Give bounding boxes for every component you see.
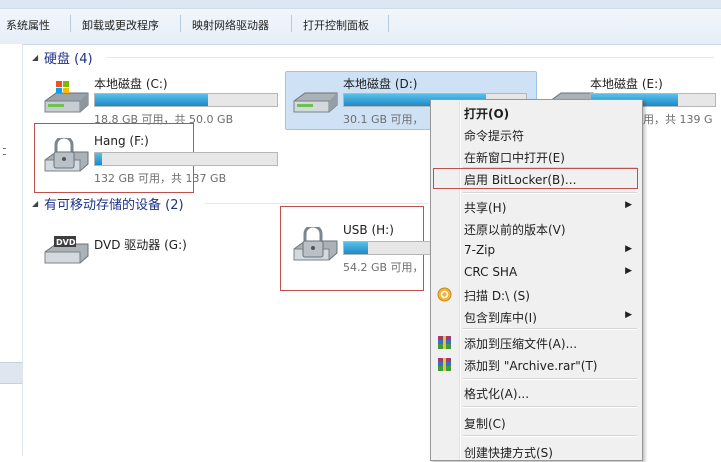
toolbar-separator <box>291 15 292 32</box>
nav-selected-item[interactable] <box>0 362 22 384</box>
collapse-icon[interactable]: ◢ <box>32 53 44 62</box>
menu-item-label: 添加到压缩文件(A)... <box>464 337 578 351</box>
menu-item-format[interactable]: 格式化(A)... <box>433 382 638 403</box>
menu-item-label: CRC SHA <box>464 265 518 279</box>
nav-marker <box>3 148 6 149</box>
usage-bar <box>94 152 278 166</box>
svg-text:DVD: DVD <box>56 238 76 247</box>
drive-label: Hang (F:) <box>94 134 149 148</box>
drive-label: 本地磁盘 (C:) <box>94 77 168 91</box>
usage-bar <box>343 241 441 255</box>
section-divider <box>205 203 428 204</box>
menu-item-label: 添加到 "Archive.rar"(T) <box>464 359 598 373</box>
submenu-arrow-icon: ▶ <box>625 244 632 254</box>
section-hard-disks[interactable]: ◢ 硬盘 (4) <box>32 48 93 67</box>
menu-item-label: 打开(O) <box>464 107 510 121</box>
menu-item-7zip[interactable]: 7-Zip ▶ <box>433 240 638 261</box>
menu-separator <box>463 435 637 437</box>
usage-fill <box>95 153 103 165</box>
drive-label: 本地磁盘 (D:) <box>343 77 418 91</box>
uninstall-program-button[interactable]: 卸载或更改程序 <box>82 17 159 33</box>
menu-item-open[interactable]: 打开(O) <box>433 102 638 123</box>
menu-item-command-prompt[interactable]: 命令提示符 <box>433 124 638 145</box>
usage-fill <box>344 242 368 254</box>
menu-item-label: 还原以前的版本(V) <box>464 223 566 237</box>
menu-item-label: 包含到库中(I) <box>464 311 537 325</box>
bitlocker-drive-icon <box>44 138 89 172</box>
menu-item-label: 复制(C) <box>464 417 506 431</box>
menu-item-create-shortcut[interactable]: 创建快捷方式(S) <box>433 441 638 462</box>
menu-separator <box>463 192 637 194</box>
section-title: 硬盘 (4) <box>44 51 93 67</box>
nav-marker <box>3 154 6 155</box>
submenu-arrow-icon: ▶ <box>625 266 632 276</box>
open-control-panel-button[interactable]: 打开控制面板 <box>303 17 369 33</box>
menu-item-label: 扫描 D:\ (S) <box>464 289 530 303</box>
drive-free-space: 54.2 GB 可用， <box>343 261 424 274</box>
menu-item-add-archive[interactable]: 添加到压缩文件(A)... <box>433 332 638 353</box>
usage-bar <box>94 93 278 107</box>
winrar-icon <box>438 358 451 371</box>
drive-free-space: 可用，共 139 G <box>632 113 713 126</box>
section-removable[interactable]: ◢ 有可移动存储的设备 (2) <box>32 194 184 213</box>
submenu-arrow-icon: ▶ <box>625 310 632 320</box>
drive-label: 本地磁盘 (E:) <box>590 77 663 91</box>
menu-item-crc-sha[interactable]: CRC SHA ▶ <box>433 262 638 283</box>
toolbar-separator <box>180 15 181 32</box>
menu-item-include-library[interactable]: 包含到库中(I) ▶ <box>433 306 638 327</box>
command-bar: 系统属性 卸载或更改程序 映射网络驱动器 打开控制面板 <box>0 0 721 45</box>
scan-icon <box>437 287 452 302</box>
menu-item-label: 7-Zip <box>464 243 496 257</box>
menu-separator <box>463 378 637 380</box>
menu-separator <box>463 406 637 408</box>
dvd-drive-icon: DVD <box>44 236 89 264</box>
menu-separator <box>463 328 637 330</box>
drive-free-space: 30.1 GB 可用， <box>343 113 424 126</box>
collapse-icon[interactable]: ◢ <box>32 199 44 208</box>
menu-item-label: 命令提示符 <box>464 129 525 143</box>
bitlocker-usb-icon <box>293 227 338 261</box>
context-menu: 打开(O) 命令提示符 在新窗口中打开(E) 启用 BitLocker(B)..… <box>430 99 643 461</box>
drive-c[interactable]: 本地磁盘 (C:) 18.8 GB 可用，共 50.0 GB <box>32 73 282 129</box>
drive-label: DVD 驱动器 (G:) <box>94 238 187 252</box>
menu-item-scan[interactable]: 扫描 D:\ (S) <box>433 284 638 305</box>
section-title: 有可移动存储的设备 (2) <box>44 197 184 213</box>
drive-free-space: 132 GB 可用，共 137 GB <box>94 172 227 185</box>
system-properties-button[interactable]: 系统属性 <box>6 17 50 33</box>
submenu-arrow-icon: ▶ <box>625 200 632 210</box>
drive-g[interactable]: DVD DVD 驱动器 (G:) <box>32 224 232 274</box>
menu-item-label: 创建快捷方式(S) <box>464 446 553 460</box>
toolbar-separator <box>70 15 71 32</box>
winrar-icon <box>438 336 451 349</box>
usage-fill <box>95 94 208 106</box>
drive-f[interactable]: Hang (F:) 132 GB 可用，共 137 GB <box>32 132 282 188</box>
menu-item-label: 格式化(A)... <box>464 387 530 401</box>
menu-item-add-archive-rar[interactable]: 添加到 "Archive.rar"(T) <box>433 354 638 375</box>
menu-item-label: 共享(H) <box>464 201 507 215</box>
menu-item-open-new-window[interactable]: 在新窗口中打开(E) <box>433 146 638 167</box>
menu-item-enable-bitlocker[interactable]: 启用 BitLocker(B)... <box>433 168 638 189</box>
section-divider <box>106 57 714 58</box>
menu-item-label: 启用 BitLocker(B)... <box>464 173 577 187</box>
drive-label: USB (H:) <box>343 223 394 237</box>
menu-item-copy[interactable]: 复制(C) <box>433 412 638 433</box>
map-network-drive-button[interactable]: 映射网络驱动器 <box>192 17 269 33</box>
menu-item-share[interactable]: 共享(H) ▶ <box>433 196 638 217</box>
navigation-pane[interactable] <box>0 44 23 456</box>
menu-item-label: 在新窗口中打开(E) <box>464 151 565 165</box>
title-strip <box>0 0 721 9</box>
menu-item-restore-versions[interactable]: 还原以前的版本(V) <box>433 218 638 239</box>
toolbar-separator <box>388 15 389 32</box>
hard-drive-icon <box>293 92 338 113</box>
windows-drive-icon <box>44 81 89 113</box>
